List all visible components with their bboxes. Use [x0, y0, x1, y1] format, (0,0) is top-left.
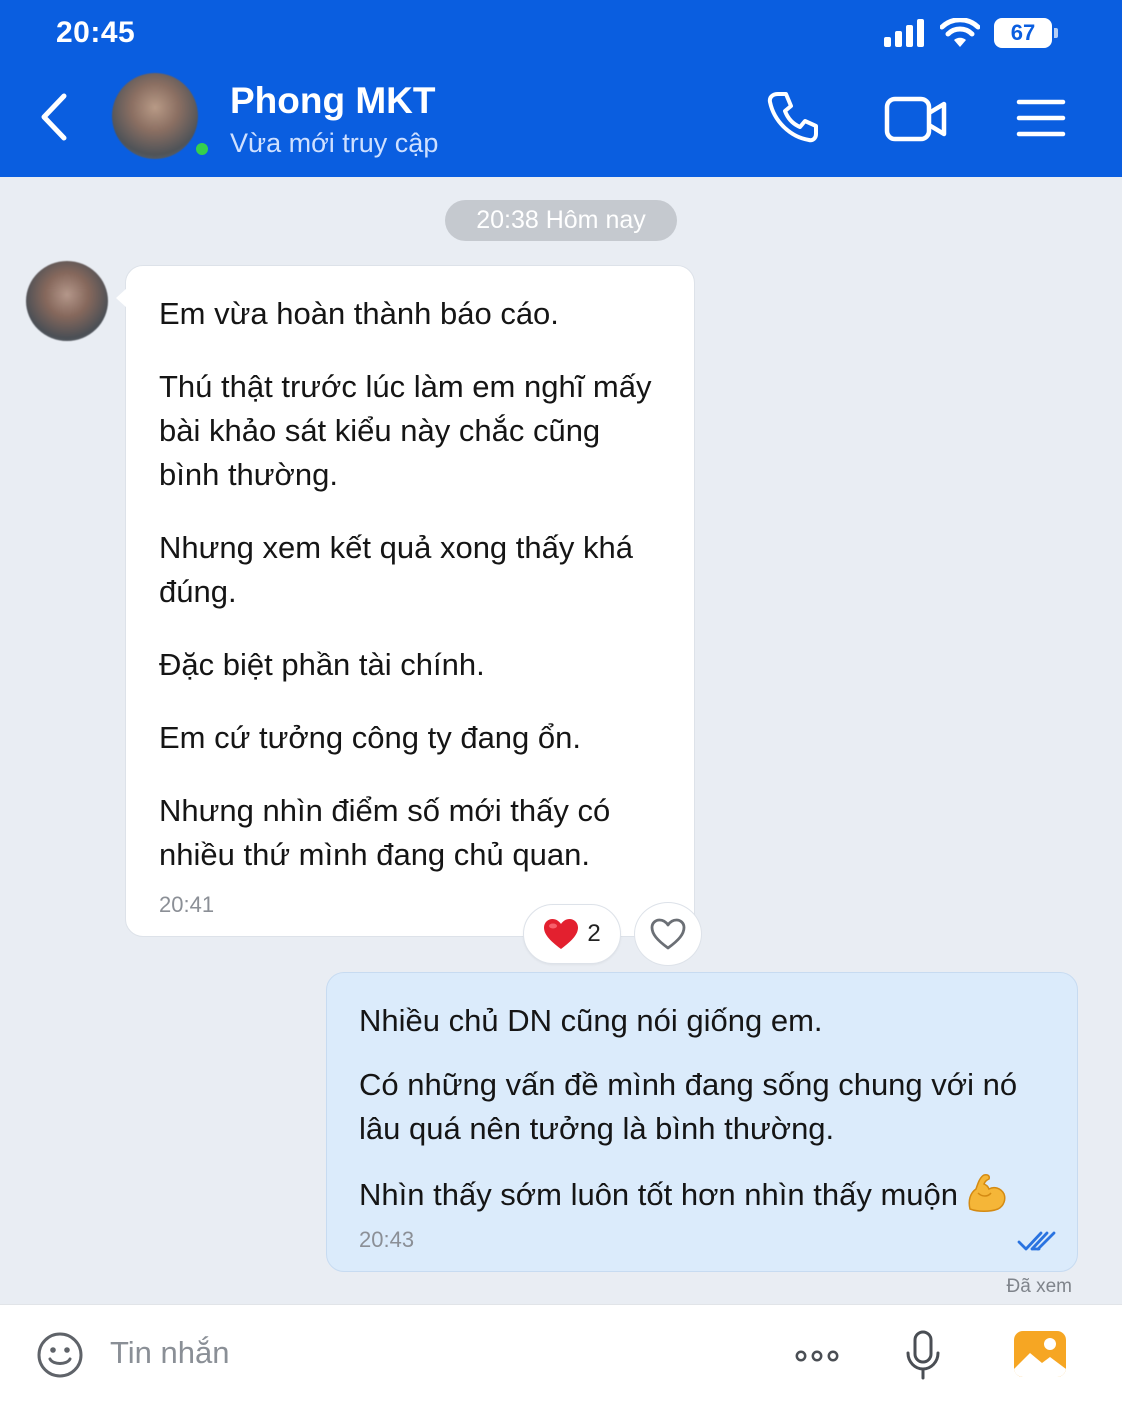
message-text: Nhưng xem kết quả xong thấy khá đúng. — [159, 530, 633, 609]
contact-status: Vừa mới truy cập — [230, 128, 439, 158]
call-button[interactable] — [766, 90, 820, 149]
reaction-count: 2 — [587, 920, 601, 947]
message-text: Thú thật trước lúc làm em nghĩ mấy bài k… — [159, 369, 652, 492]
contact-name[interactable]: Phong MKT — [230, 80, 436, 122]
contact-avatar[interactable] — [112, 73, 198, 159]
online-status-dot — [193, 140, 211, 158]
message-text: Đặc biệt phần tài chính. — [159, 647, 485, 682]
message-time: 20:41 — [159, 892, 215, 917]
back-button[interactable] — [36, 92, 76, 142]
more-icon — [795, 1350, 839, 1362]
message-text: Có những vấn đề mình đang sống chung với… — [359, 1067, 1018, 1146]
voice-message-button[interactable] — [904, 1329, 942, 1386]
emoji-icon — [37, 1332, 83, 1378]
heart-icon — [544, 919, 579, 949]
seen-status: Đã xem — [1006, 1276, 1072, 1297]
date-separator: 20:38 Hôm nay — [445, 200, 677, 241]
message-input-bar: Tin nhắn — [0, 1304, 1122, 1402]
more-button[interactable] — [795, 1349, 839, 1368]
image-button[interactable] — [1012, 1329, 1068, 1384]
back-icon — [41, 93, 67, 141]
message-text: Em vừa hoàn thành báo cáo. — [159, 296, 559, 331]
message-text: Em cứ tưởng công ty đang ổn. — [159, 720, 581, 755]
video-call-button[interactable] — [884, 96, 948, 147]
message-text: Nhìn thấy sớm luôn tốt hơn nhìn thấy muộ… — [359, 1177, 958, 1212]
status-icons: 67 — [884, 18, 1058, 48]
message-time: 20:43 — [359, 1227, 415, 1252]
message-text: Nhưng nhìn điểm số mới thấy có nhiều thứ… — [159, 793, 611, 872]
video-icon — [884, 96, 947, 142]
image-icon — [1014, 1331, 1066, 1377]
menu-icon — [1016, 99, 1066, 137]
chat-header: 20:45 67 Phong MKT Vừa mới truy cập — [0, 0, 1122, 177]
message-text: Nhiều chủ DN cũng nói giống em. — [359, 1003, 823, 1038]
message-text-with-emoji: Nhìn thấy sớm luôn tốt hơn nhìn thấy muộ… — [359, 1171, 1047, 1217]
heart-outline-icon — [650, 918, 686, 950]
status-time: 20:45 — [56, 16, 136, 49]
menu-button[interactable] — [1016, 98, 1066, 143]
wifi-icon — [940, 18, 980, 47]
phone-icon — [767, 92, 818, 143]
signal-icon — [884, 19, 924, 47]
incoming-message-bubble[interactable]: Em vừa hoàn thành báo cáo. Thú thật trướ… — [116, 265, 695, 937]
add-reaction-button[interactable] — [634, 902, 702, 966]
double-check-icon — [1017, 1231, 1056, 1251]
flexed-biceps-icon — [968, 1174, 1006, 1212]
emoji-button[interactable] — [36, 1331, 84, 1384]
microphone-icon — [906, 1330, 940, 1380]
battery-icon: 67 — [994, 18, 1058, 48]
message-input[interactable]: Tin nhắn — [110, 1335, 230, 1371]
sender-avatar[interactable] — [26, 261, 108, 341]
outgoing-message-bubble[interactable]: Nhiều chủ DN cũng nói giống em. Có những… — [326, 972, 1078, 1272]
reaction-summary[interactable]: 2 — [523, 904, 621, 964]
